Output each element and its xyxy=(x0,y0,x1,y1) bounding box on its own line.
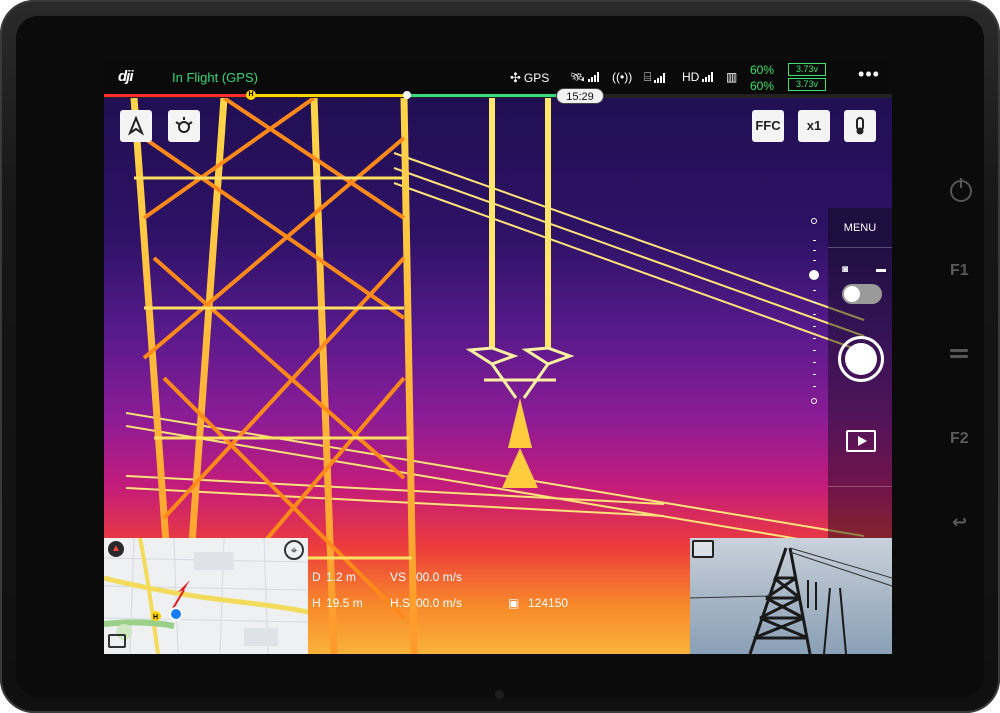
shutter-inner xyxy=(845,343,877,375)
gps-label: GPS xyxy=(523,71,550,85)
minimap[interactable]: H ▲ ⌖ xyxy=(104,538,308,654)
power-button-icon[interactable] xyxy=(950,178,972,202)
status-bar: dji In Flight (GPS) ✣ GPS 🛰︎ ((•)) ⌸ HD … xyxy=(104,58,892,94)
height-value: 19.5 m xyxy=(326,596,363,610)
front-camera xyxy=(495,690,504,699)
more-button[interactable]: ••• xyxy=(856,64,882,88)
flight-time-remaining: 15:29 xyxy=(556,88,604,104)
wifi-status[interactable]: ((•)) xyxy=(612,70,632,84)
progress-marker xyxy=(403,91,411,99)
signal-icon xyxy=(654,72,666,83)
distance-label: D xyxy=(312,570,321,584)
back-button-icon[interactable]: ↩ xyxy=(952,512,967,533)
signal-icon xyxy=(702,72,714,82)
storage-count: 124150 xyxy=(528,596,569,610)
distance-value: 1.2 m xyxy=(326,570,357,584)
drone-icon: ✣ xyxy=(510,70,521,85)
dji-logo[interactable]: dji xyxy=(118,68,133,85)
rc-status[interactable]: ⌸ xyxy=(644,70,666,85)
light-icon[interactable] xyxy=(168,110,200,142)
menu-button[interactable]: MENU xyxy=(828,208,892,248)
wireless-icon: ((•)) xyxy=(612,70,633,84)
telemetry-panel: D 1.2 m VS 00.0 m/s H 19.5 m H.S 00.0 m/… xyxy=(308,570,588,630)
ffc-button[interactable]: FFC xyxy=(752,110,784,142)
swap-view-icon[interactable] xyxy=(108,634,126,648)
rc-icon: ⌸ xyxy=(644,70,652,84)
vertical-speed-value: 00.0 m/s xyxy=(416,570,463,584)
svg-text:H: H xyxy=(153,614,158,621)
home-marker: H xyxy=(246,90,256,100)
locate-icon[interactable]: ⌖ xyxy=(284,540,304,560)
horizontal-speed-label: H.S xyxy=(390,596,411,610)
height-label: H xyxy=(312,596,321,610)
shutter-button[interactable] xyxy=(838,336,884,382)
panel-divider xyxy=(828,486,892,487)
f2-button[interactable]: F2 xyxy=(950,430,969,448)
tablet-device: F1 F2 ↩ dji In Flight (GPS) ✣ GPS 🛰︎ ((•… xyxy=(0,0,1000,713)
toggle-knob xyxy=(844,286,860,302)
exposure-slider[interactable] xyxy=(809,218,819,404)
visual-camera-pip[interactable] xyxy=(690,538,892,654)
flight-progress-bar: H xyxy=(104,90,892,100)
photo-video-toggle[interactable] xyxy=(842,284,882,304)
thermal-palette-icon[interactable] xyxy=(844,110,876,142)
swap-view-icon[interactable] xyxy=(692,540,714,558)
progress-yellow-segment xyxy=(246,94,406,97)
playback-icon[interactable] xyxy=(846,430,876,452)
settings-button-icon[interactable] xyxy=(950,346,968,361)
battery-percent-1: 60% xyxy=(750,63,775,77)
hd-label: HD xyxy=(682,70,700,84)
app-screen: dji In Flight (GPS) ✣ GPS 🛰︎ ((•)) ⌸ HD … xyxy=(104,58,892,654)
battery-percent-2: 60% xyxy=(750,79,775,93)
satellite-status[interactable]: 🛰︎ xyxy=(570,70,600,84)
signal-icon xyxy=(588,72,600,82)
hd-status[interactable]: HD xyxy=(682,70,714,84)
video-icon: ▬ xyxy=(876,264,886,275)
camera-icon: ◙ xyxy=(842,264,849,275)
vertical-speed-label: VS xyxy=(390,570,407,584)
battery-voltage-2: 3.73v xyxy=(788,78,826,91)
flight-status[interactable]: In Flight (GPS) xyxy=(172,70,258,85)
progress-red-segment xyxy=(104,94,246,97)
compass-icon[interactable]: ▲ xyxy=(108,541,124,557)
f1-button[interactable]: F1 xyxy=(950,262,969,280)
zoom-button[interactable]: x1 xyxy=(798,110,830,142)
satellite-icon: 🛰︎ xyxy=(570,70,586,84)
horizontal-speed-value: 00.0 m/s xyxy=(416,596,463,610)
gps-status[interactable]: ✣ GPS xyxy=(510,70,549,86)
progress-green-segment xyxy=(406,94,556,97)
battery-icon[interactable]: ▥ xyxy=(726,70,737,84)
storage-icon: ▣ xyxy=(508,596,520,610)
battery-voltage-1: 3.73v xyxy=(788,63,826,76)
pilot-icon[interactable] xyxy=(120,110,152,142)
